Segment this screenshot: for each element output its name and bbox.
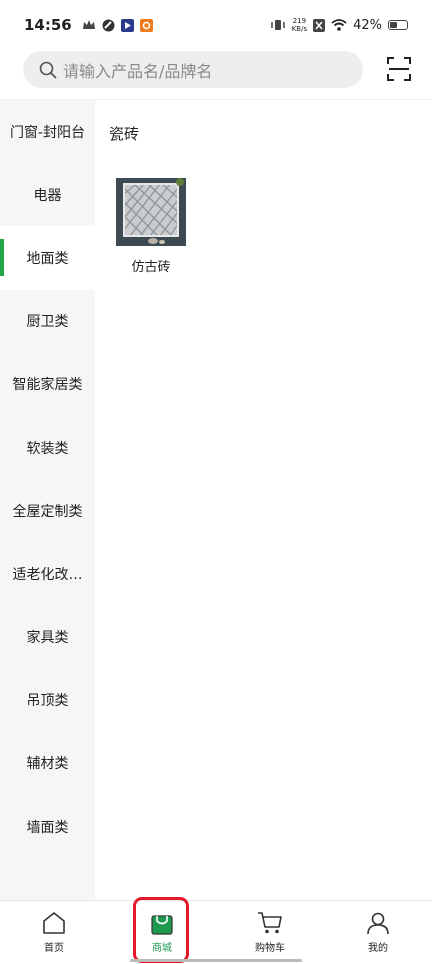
home-icon [43,912,65,934]
product-thumbnail [116,178,186,246]
sidebar-item-label: 适老化改… [12,566,83,583]
sidebar-item-walls[interactable]: 墙面类 [0,795,95,858]
category-sidebar: 门窗-封阳台 电器 地面类 厨卫类 智能家居类 软装类 全屋定制类 适老化改… … [0,100,95,900]
product-name: 仿古砖 [131,260,171,275]
sidebar-item-appliances[interactable]: 电器 [0,163,95,226]
sidebar-item-label: 软装类 [26,440,69,457]
cart-icon [258,912,282,934]
sidebar-item-label: 电器 [33,187,62,204]
scan-icon[interactable] [386,56,412,82]
sidebar-item-doors-windows[interactable]: 门窗-封阳台 [0,100,95,163]
sidebar-item-label: 辅材类 [26,756,69,773]
sidebar-item-label: 门窗-封阳台 [9,124,86,141]
search-input[interactable]: 请输入产品名/品牌名 [23,51,363,88]
sidebar-item-label: 智能家居类 [12,377,83,394]
wifi-icon [331,19,347,31]
status-bar: 14:56 219 KB/s 42% [0,0,432,50]
product-item[interactable]: 仿古砖 [115,178,187,275]
home-indicator [130,959,302,962]
nav-label: 首页 [44,943,64,954]
sidebar-item-ceiling[interactable]: 吊顶类 [0,669,95,732]
sidebar-item-label: 厨卫类 [26,314,69,331]
crown-icon [82,20,95,29]
search-icon [39,61,57,78]
sidebar-item-kitchen-bath[interactable]: 厨卫类 [0,290,95,353]
category-content: 瓷砖 仿古砖 [95,100,432,900]
sidebar-item-auxiliary-materials[interactable]: 辅材类 [0,732,95,795]
sidebar-item-smart-home[interactable]: 智能家居类 [0,353,95,416]
sidebar-item-label: 地面类 [26,250,69,267]
sidebar-item-label: 吊顶类 [26,693,69,710]
sidebar-item-elderly-renovation[interactable]: 适老化改… [0,542,95,605]
battery-percent: 42% [353,17,382,33]
shop-app-icon [139,18,153,32]
status-right: 219 KB/s 42% [270,17,408,33]
nav-label: 我的 [368,943,388,954]
sidebar-item-label: 墙面类 [26,819,69,836]
sim-off-icon [313,18,326,32]
section-title: 瓷砖 [109,125,140,143]
app-icon [102,19,115,31]
status-time: 14:56 [24,16,72,34]
sidebar-item-label: 全屋定制类 [12,503,83,520]
nav-label: 购物车 [255,943,285,954]
highlight-annotation [133,897,189,963]
play-icon [120,18,134,32]
battery-icon [388,20,408,30]
sidebar-item-custom-furniture[interactable]: 全屋定制类 [0,479,95,542]
bottom-nav: 首页 商城 购物车 我的 [0,900,432,964]
net-speed: 219 KB/s [291,17,308,33]
sidebar-item-flooring[interactable]: 地面类 [0,226,95,290]
notification-icons [82,18,153,32]
sidebar-item-furniture[interactable]: 家具类 [0,606,95,669]
nav-cart[interactable]: 购物车 [216,901,324,964]
sidebar-item-soft-furnishing[interactable]: 软装类 [0,416,95,479]
profile-icon [367,912,389,935]
vibrate-icon [270,20,285,30]
search-placeholder: 请输入产品名/品牌名 [63,61,213,81]
nav-home[interactable]: 首页 [0,901,108,964]
nav-profile[interactable]: 我的 [324,901,432,964]
sidebar-item-label: 家具类 [26,630,69,647]
